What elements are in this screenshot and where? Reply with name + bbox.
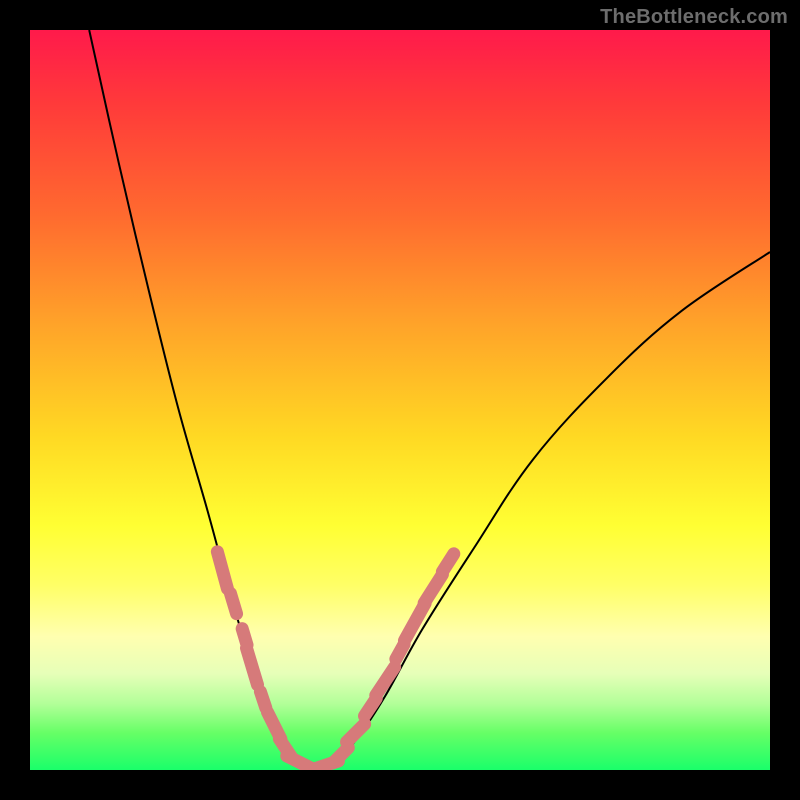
data-marker [442, 554, 453, 572]
left-curve [89, 30, 311, 770]
watermark-text: TheBottleneck.com [600, 6, 788, 29]
data-marker [333, 748, 348, 763]
data-marker [230, 593, 236, 613]
data-marker [376, 667, 395, 695]
data-markers-right [306, 554, 454, 770]
curve-layer [30, 30, 770, 770]
data-marker [217, 552, 227, 589]
bottleneck-chart [30, 30, 770, 770]
data-marker [424, 574, 442, 603]
data-marker [246, 648, 257, 685]
data-marker [260, 692, 265, 708]
data-markers-left [217, 552, 313, 770]
data-marker [347, 724, 365, 742]
